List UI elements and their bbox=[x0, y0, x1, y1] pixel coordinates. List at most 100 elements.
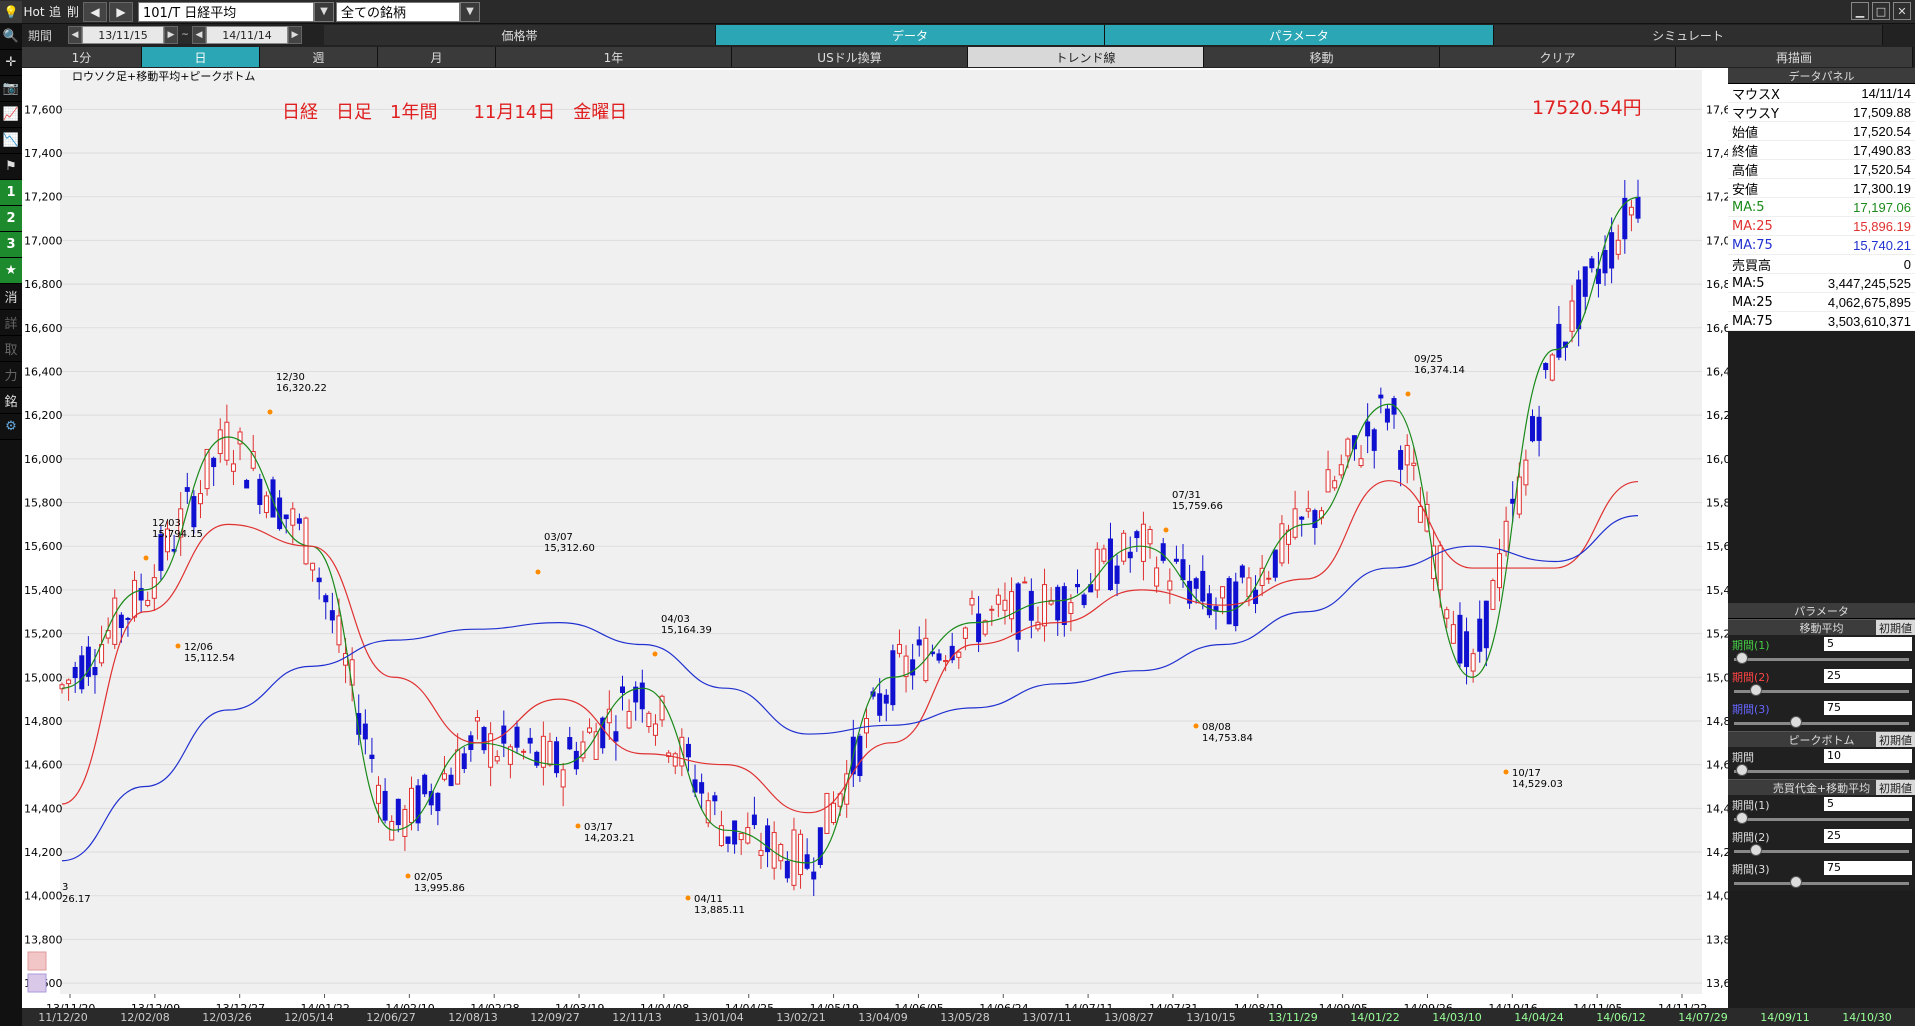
trade-button[interactable]: 取 bbox=[0, 336, 22, 362]
star-icon[interactable]: ★ bbox=[0, 258, 22, 284]
camera-icon[interactable]: 📷 bbox=[0, 76, 22, 102]
reset-default-button[interactable]: 初期値 bbox=[1876, 780, 1915, 795]
redraw-button[interactable]: 再描画 bbox=[1676, 47, 1913, 67]
param-slider-track[interactable] bbox=[1734, 818, 1909, 821]
param-value-field[interactable]: 25 bbox=[1824, 669, 1912, 683]
preset-1-button[interactable]: 1 bbox=[0, 180, 22, 206]
timeframe-1min[interactable]: 1分 bbox=[22, 47, 142, 67]
flag-icon[interactable]: ⚑ bbox=[0, 154, 22, 180]
overlay-toggle-icon[interactable] bbox=[27, 951, 47, 971]
param-value-field[interactable]: 5 bbox=[1824, 637, 1912, 651]
candle-body bbox=[1305, 508, 1311, 512]
candle-body bbox=[224, 421, 230, 461]
tab-data[interactable]: データ bbox=[716, 25, 1105, 45]
symbol-dropdown-button[interactable]: ▼ bbox=[314, 1, 334, 22]
data-row-label: マウスY bbox=[1732, 106, 1779, 122]
param-slider-knob[interactable] bbox=[1750, 844, 1762, 856]
param-slider-track[interactable] bbox=[1734, 722, 1909, 725]
preset-2-button[interactable]: 2 bbox=[0, 206, 22, 232]
to-next-button[interactable]: ▶ bbox=[288, 26, 302, 44]
param-value-field[interactable]: 5 bbox=[1824, 797, 1912, 811]
left-toolbar: 🔍 ✛ 📷 📈 📉 ⚑ 1 2 3 ★ 消 詳 取 力 銘 ⚙ bbox=[0, 24, 22, 1026]
tab-price-band[interactable]: 価格帯 bbox=[324, 25, 716, 45]
preset-3-button[interactable]: 3 bbox=[0, 232, 22, 258]
symbol-select[interactable]: 101/T 日経平均 bbox=[138, 1, 314, 22]
to-prev-button[interactable]: ◀ bbox=[192, 26, 206, 44]
trendline-button[interactable]: トレンド線 bbox=[968, 47, 1204, 67]
prev-symbol-button[interactable]: ◀ bbox=[83, 1, 107, 22]
data-row-label: MA:25 bbox=[1732, 218, 1773, 234]
maximize-button[interactable]: □ bbox=[1872, 2, 1890, 20]
data-row-value: 17,490.83 bbox=[1853, 142, 1911, 158]
history-scrollbar[interactable]: 11/12/20 12/02/08 12/03/26 12/05/14 12/06/27… bbox=[22, 1008, 1915, 1026]
stock-button[interactable]: 銘 bbox=[0, 388, 22, 414]
range-1year[interactable]: 1年 bbox=[496, 47, 732, 67]
delete-button[interactable]: 削 bbox=[64, 1, 82, 23]
power-button[interactable]: 力 bbox=[0, 362, 22, 388]
reset-default-button[interactable]: 初期値 bbox=[1876, 620, 1915, 635]
candle-body bbox=[1529, 416, 1535, 442]
param-slider-track[interactable] bbox=[1734, 770, 1909, 773]
from-date-field[interactable]: 13/11/15 bbox=[82, 26, 164, 44]
category-dropdown-button[interactable]: ▼ bbox=[460, 1, 480, 22]
param-slider-knob[interactable] bbox=[1735, 764, 1748, 776]
param-section-title: 移動平均 bbox=[1799, 621, 1844, 635]
param-slider-knob[interactable] bbox=[1750, 684, 1762, 696]
annotation-date: 08/08 bbox=[1202, 722, 1231, 733]
usd-convert-button[interactable]: USドル換算 bbox=[732, 47, 968, 67]
candlestick-chart[interactable]: 17,600 17,600 17,400 17,400 17,200 17,200 17,0… bbox=[22, 68, 1728, 1026]
from-next-button[interactable]: ▶ bbox=[164, 26, 178, 44]
data-row-label: 始値 bbox=[1732, 125, 1759, 141]
minimize-button[interactable]: ▁ bbox=[1851, 2, 1869, 20]
param-value-field[interactable]: 10 bbox=[1824, 749, 1912, 763]
candle-body bbox=[1180, 559, 1186, 581]
history-date-label: 14/06/12 bbox=[1596, 1010, 1646, 1024]
param-value-field[interactable]: 75 bbox=[1824, 861, 1912, 875]
chart-down-icon[interactable]: 📉 bbox=[0, 128, 22, 154]
reset-default-button[interactable]: 初期値 bbox=[1876, 732, 1915, 747]
param-slider-track[interactable] bbox=[1734, 882, 1909, 885]
peak-marker bbox=[1163, 527, 1169, 533]
param-slider-knob[interactable] bbox=[1790, 716, 1802, 728]
annotation-value: 14,529.03 bbox=[1512, 779, 1563, 790]
chart-up-icon[interactable]: 📈 bbox=[0, 102, 22, 128]
param-slider-knob[interactable] bbox=[1790, 876, 1802, 888]
clear-button[interactable]: クリア bbox=[1440, 47, 1676, 67]
tab-parameter[interactable]: パラメータ bbox=[1105, 25, 1494, 45]
param-slider-knob[interactable] bbox=[1735, 812, 1748, 824]
param-label: 期間(3) bbox=[1732, 703, 1770, 716]
annotation-value: 13,995.86 bbox=[414, 883, 465, 894]
timeframe-week[interactable]: 週 bbox=[260, 47, 378, 67]
timeframe-month[interactable]: 月 bbox=[378, 47, 496, 67]
add-button[interactable]: 追 bbox=[46, 1, 64, 23]
to-date-field[interactable]: 14/11/14 bbox=[206, 26, 288, 44]
gear-icon[interactable]: ⚙ bbox=[0, 414, 22, 440]
chart-area[interactable]: 17,600 17,600 17,400 17,400 17,200 17,200 17,0… bbox=[22, 68, 1728, 1026]
close-button[interactable]: ✕ bbox=[1893, 2, 1911, 20]
candle-body bbox=[310, 562, 316, 571]
erase-button[interactable]: 消 bbox=[0, 284, 22, 310]
candle-body bbox=[1404, 444, 1410, 466]
tab-simulate[interactable]: シミュレート bbox=[1494, 25, 1883, 45]
search-icon[interactable]: 🔍 bbox=[0, 24, 22, 50]
bulb-icon[interactable]: 💡 bbox=[0, 0, 22, 23]
timeframe-day[interactable]: 日 bbox=[142, 47, 260, 67]
top-toolbar: 💡 Hot 追 削 ◀ ▶ 101/T 日経平均 ▼ 全ての銘柄 ▼ ▁ □ ✕ bbox=[0, 0, 1915, 24]
param-slider-knob[interactable] bbox=[1735, 652, 1748, 664]
param-value-field[interactable]: 25 bbox=[1824, 829, 1912, 843]
data-panel-title: データパネル bbox=[1728, 68, 1915, 84]
move-button[interactable]: 移動 bbox=[1204, 47, 1440, 67]
candle-body bbox=[1200, 570, 1206, 602]
candle-body bbox=[191, 496, 197, 528]
next-symbol-button[interactable]: ▶ bbox=[109, 1, 133, 22]
indicator-toggle-icon[interactable] bbox=[27, 973, 47, 993]
y-tick-left: 14,200 bbox=[24, 846, 63, 859]
category-select[interactable]: 全ての銘柄 bbox=[336, 1, 460, 22]
detail-button[interactable]: 詳 bbox=[0, 310, 22, 336]
hot-button[interactable]: Hot bbox=[22, 1, 46, 23]
param-slider-track[interactable] bbox=[1734, 658, 1909, 661]
param-value-field[interactable]: 75 bbox=[1824, 701, 1912, 715]
from-prev-button[interactable]: ◀ bbox=[68, 26, 82, 44]
crosshair-icon[interactable]: ✛ bbox=[0, 50, 22, 76]
candle-body bbox=[1523, 459, 1529, 486]
